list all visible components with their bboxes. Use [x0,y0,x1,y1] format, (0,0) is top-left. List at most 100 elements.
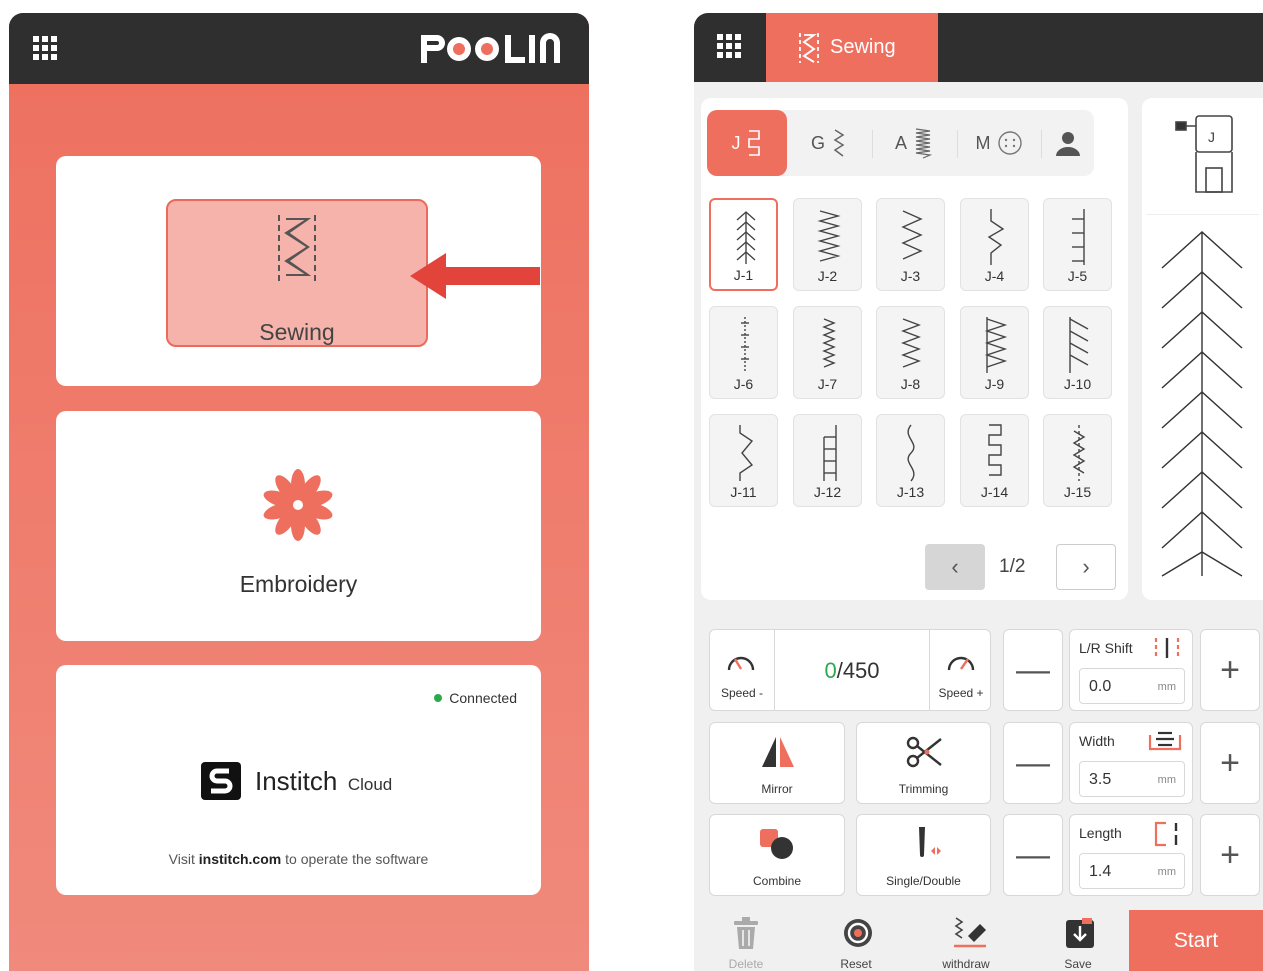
tab-sewing[interactable]: Sewing [766,13,938,82]
delete-label: Delete [728,957,764,971]
reset-icon [844,919,872,947]
reset-button[interactable]: Reset [816,910,896,971]
speed-control: Speed - 0/450 Speed + [709,629,991,711]
pointer-arrow-icon [410,253,540,299]
connection-status: Connected [434,690,517,706]
straight-stitch-icon [747,130,760,156]
stitch-j9-icon [984,317,1008,373]
institch-brand-name: Institch [255,765,338,796]
single-double-label: Single/Double [886,874,961,888]
pattern-tile[interactable]: J-7 [793,306,862,399]
divider [957,130,958,158]
pattern-code: J-14 [980,484,1009,500]
lr-shift-field[interactable]: 0.0 mm [1079,668,1185,704]
mode-select-screen: Sewing Embroidery Connected Institch Clo… [9,13,589,971]
pattern-tile[interactable]: J-12 [793,414,862,507]
top-bar: Sewing [694,13,1263,82]
pattern-tile[interactable]: J-1 [709,198,778,291]
length-title: Length [1079,825,1122,841]
pattern-tile[interactable]: J-10 [1043,306,1112,399]
pattern-tile[interactable]: J-13 [876,414,945,507]
pattern-tile[interactable]: J-4 [960,198,1029,291]
single-double-button[interactable]: Single/Double [856,814,991,896]
stitch-j11-icon [739,425,754,481]
tab-sewing-label: Sewing [830,36,896,58]
category-user[interactable] [1043,110,1093,176]
chevron-right-icon: › [1082,554,1090,579]
pattern-code: J-9 [984,376,1005,392]
stitch-j5-icon [1072,209,1085,265]
institch-link[interactable]: institch.com [199,851,281,867]
speedometer-slow-icon [727,656,755,671]
category-m[interactable]: M [959,110,1039,176]
mirror-button[interactable]: Mirror [709,722,845,804]
length-unit: mm [1157,866,1176,878]
institch-brand: Institch Cloud [201,762,392,800]
pattern-tile[interactable]: J-2 [793,198,862,291]
trimming-button[interactable]: Trimming [856,722,991,804]
pattern-tile[interactable]: J-3 [876,198,945,291]
start-button[interactable]: Start [1129,910,1263,971]
trash-icon [734,917,758,949]
combine-icon [760,829,793,859]
lr-shift-plus-button[interactable]: + [1200,629,1260,711]
plus-icon: + [1220,743,1240,782]
stitch-j15-icon [1072,425,1086,481]
needle-icon [919,827,941,857]
pattern-code: J-8 [900,376,921,392]
save-button[interactable]: Save [1038,910,1118,971]
stitch-preview [1161,231,1243,577]
length-field[interactable]: 1.4 mm [1079,853,1185,889]
pattern-tile[interactable]: J-15 [1043,414,1112,507]
pattern-tile[interactable]: J-11 [709,414,778,507]
plus-icon: + [1220,835,1240,874]
pattern-tile[interactable]: J-8 [876,306,945,399]
pattern-tile[interactable]: J-14 [960,414,1029,507]
pattern-tile[interactable]: J-9 [960,306,1029,399]
speed-plus-button[interactable]: Speed + [930,630,992,710]
apps-grid-icon[interactable] [717,34,741,58]
connection-status-label: Connected [449,690,517,706]
save-label: Save [1064,957,1092,971]
combine-button[interactable]: Combine [709,814,845,896]
withdraw-button[interactable]: withdraw [926,910,1006,971]
mirror-icon [762,737,794,767]
speed-minus-button[interactable]: Speed - [710,630,774,710]
sewing-mode-button[interactable]: Sewing [166,199,428,347]
institch-cloud-card[interactable]: Connected Institch Cloud Visit institch.… [56,665,541,895]
width-value: 3.5 [1089,771,1112,788]
zigzag-stitch-icon [833,129,845,157]
apps-grid-icon[interactable] [33,36,57,60]
category-j[interactable]: J [707,110,787,176]
pattern-code: J-11 [730,484,757,500]
width-minus-button[interactable]: — [1003,722,1063,804]
next-page-button[interactable]: › [1056,544,1116,590]
institch-logo-icon [201,762,241,800]
counter-total: /450 [836,658,880,683]
lr-shift-minus-button[interactable]: — [1003,629,1063,711]
category-a[interactable]: A [874,110,954,176]
category-j-letter: J [731,132,741,153]
pattern-code: J-13 [896,484,925,500]
pattern-code: J-7 [817,376,838,392]
pattern-code: J-2 [817,268,838,284]
satin-stitch-icon [915,128,933,159]
plus-icon: + [1220,650,1240,689]
start-label: Start [1173,928,1219,952]
width-plus-button[interactable]: + [1200,722,1260,804]
pattern-tile[interactable]: J-5 [1043,198,1112,291]
length-minus-button[interactable]: — [1003,814,1063,896]
category-g[interactable]: G [789,110,869,176]
prev-page-button[interactable]: ‹ [925,544,985,590]
length-plus-button[interactable]: + [1200,814,1260,896]
delete-button[interactable]: Delete [706,910,786,971]
stitch-j6-icon [741,317,749,373]
presser-foot-indicator: J [1146,98,1259,215]
speed-plus-label: Speed + [938,686,984,700]
embroidery-mode-card[interactable]: Embroidery [56,411,541,641]
width-field[interactable]: 3.5 mm [1079,761,1185,797]
minus-icon: — [1016,743,1050,782]
stitch-j4-icon [987,209,1005,265]
pattern-tile[interactable]: J-6 [709,306,778,399]
stitch-j2-icon [817,210,841,262]
